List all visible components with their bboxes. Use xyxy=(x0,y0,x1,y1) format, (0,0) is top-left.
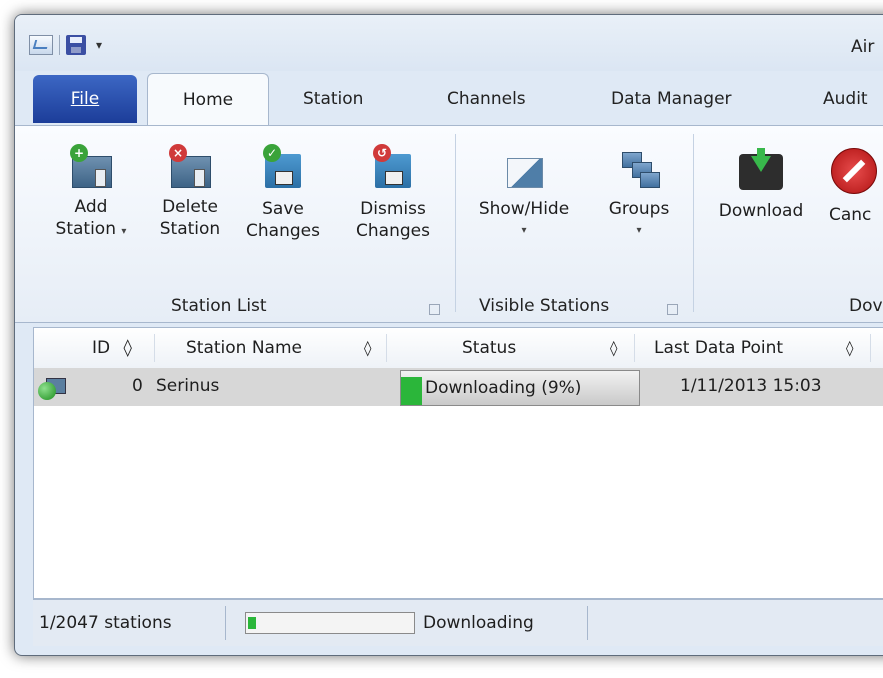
add-station-icon: + xyxy=(70,144,112,188)
add-station-label-1: Add xyxy=(74,197,108,217)
ribbon-tabs: File Home Station Channels Data Manager … xyxy=(15,71,883,128)
group-label-visible-stations: Visible Stations xyxy=(479,296,610,316)
tab-audit[interactable]: Audit xyxy=(823,89,868,109)
grid-header: ID ◊ Station Name ◊ Status ◊ Last Data P… xyxy=(34,328,883,369)
download-button[interactable]: Download xyxy=(705,148,817,222)
dismiss-changes-button[interactable]: ↺ Dismiss Changes xyxy=(345,144,441,242)
app-icon[interactable] xyxy=(29,35,53,55)
qat-separator xyxy=(59,35,60,55)
add-station-button[interactable]: + Add Station ▾ xyxy=(51,144,131,243)
tab-channels[interactable]: Channels xyxy=(447,89,526,109)
visible-stations-launcher-icon[interactable] xyxy=(667,304,678,315)
download-label: Download xyxy=(718,201,804,221)
column-header-id[interactable]: ID ◊ xyxy=(92,328,132,368)
groups-dropdown-icon: ▾ xyxy=(636,225,642,236)
delete-station-icon: × xyxy=(169,144,211,188)
save-changes-icon: ✓ xyxy=(263,144,303,188)
delete-station-label-1: Delete xyxy=(162,197,218,217)
window-title: Air xyxy=(851,37,875,57)
status-progress-bar: Downloading (9%) xyxy=(400,370,640,406)
cell-last-data-point: 1/11/2013 15:03 xyxy=(680,376,822,396)
sort-icon: ◊ xyxy=(123,338,132,358)
column-separator[interactable] xyxy=(386,334,387,362)
cancel-label: Canc xyxy=(829,205,872,225)
application-window: ▾ Air File Home Station Channels Data Ma… xyxy=(14,14,883,656)
status-progress-fill xyxy=(401,377,422,405)
delete-station-label-2: Station xyxy=(159,219,221,239)
save-changes-button[interactable]: ✓ Save Changes xyxy=(241,144,325,242)
status-progress-fill xyxy=(248,617,256,629)
dismiss-changes-icon: ↺ xyxy=(373,144,413,188)
cancel-icon xyxy=(831,148,877,194)
group-separator xyxy=(455,134,456,312)
group-separator xyxy=(693,134,694,312)
cell-station-name: Serinus xyxy=(156,376,220,396)
groups-icon xyxy=(618,148,660,188)
delete-station-button[interactable]: × Delete Station xyxy=(155,144,225,240)
groups-label: Groups xyxy=(608,199,670,219)
station-count: 1/2047 stations xyxy=(39,606,226,640)
cell-id: 0 xyxy=(132,376,143,396)
cancel-button[interactable]: Canc xyxy=(829,148,883,226)
dismiss-changes-label-2: Changes xyxy=(356,221,430,241)
tab-home[interactable]: Home xyxy=(147,73,269,128)
customize-qat-icon[interactable]: ▾ xyxy=(96,38,102,52)
add-station-label-2: Station ▾ xyxy=(55,219,127,239)
status-bar: 1/2047 stations Downloading xyxy=(33,599,883,646)
sort-icon[interactable]: ◊ xyxy=(846,328,853,368)
tab-station[interactable]: Station xyxy=(303,89,363,109)
sort-icon[interactable]: ◊ xyxy=(364,328,371,368)
groups-button[interactable]: Groups ▾ xyxy=(599,148,679,242)
column-header-status[interactable]: Status xyxy=(462,328,516,368)
show-hide-dropdown-icon: ▾ xyxy=(521,225,527,236)
station-list-launcher-icon[interactable] xyxy=(429,304,440,315)
tab-file[interactable]: File xyxy=(33,75,137,123)
show-hide-button[interactable]: Show/Hide ▾ xyxy=(469,148,579,242)
group-label-download: Dov xyxy=(849,296,883,316)
station-online-icon xyxy=(38,376,66,400)
save-changes-label-2: Changes xyxy=(246,221,320,241)
ribbon: + Add Station ▾ × Delete Station ✓ Save … xyxy=(15,125,883,323)
column-separator[interactable] xyxy=(634,334,635,362)
status-progress-bar xyxy=(245,612,415,634)
column-header-station-name[interactable]: Station Name xyxy=(186,328,302,368)
column-separator[interactable] xyxy=(870,334,871,362)
status-state: Downloading xyxy=(419,606,588,640)
quick-access-toolbar: ▾ xyxy=(29,35,102,55)
column-separator[interactable] xyxy=(154,334,155,362)
show-hide-label: Show/Hide xyxy=(478,199,570,219)
tab-data-manager[interactable]: Data Manager xyxy=(611,89,732,109)
dismiss-changes-label-1: Dismiss xyxy=(360,199,426,219)
group-label-station-list: Station List xyxy=(171,296,267,316)
download-icon xyxy=(739,148,783,190)
sort-icon[interactable]: ◊ xyxy=(610,328,617,368)
station-grid: ID ◊ Station Name ◊ Status ◊ Last Data P… xyxy=(33,327,883,599)
title-bar: ▾ Air xyxy=(15,15,883,71)
table-row[interactable]: 0 Serinus Downloading (9%) 1/11/2013 15:… xyxy=(34,368,883,406)
column-header-last-data-point[interactable]: Last Data Point xyxy=(654,328,783,368)
save-changes-label-1: Save xyxy=(262,199,304,219)
show-hide-icon xyxy=(503,148,545,188)
cell-status: Downloading (9%) xyxy=(425,378,582,398)
save-icon[interactable] xyxy=(66,35,86,55)
